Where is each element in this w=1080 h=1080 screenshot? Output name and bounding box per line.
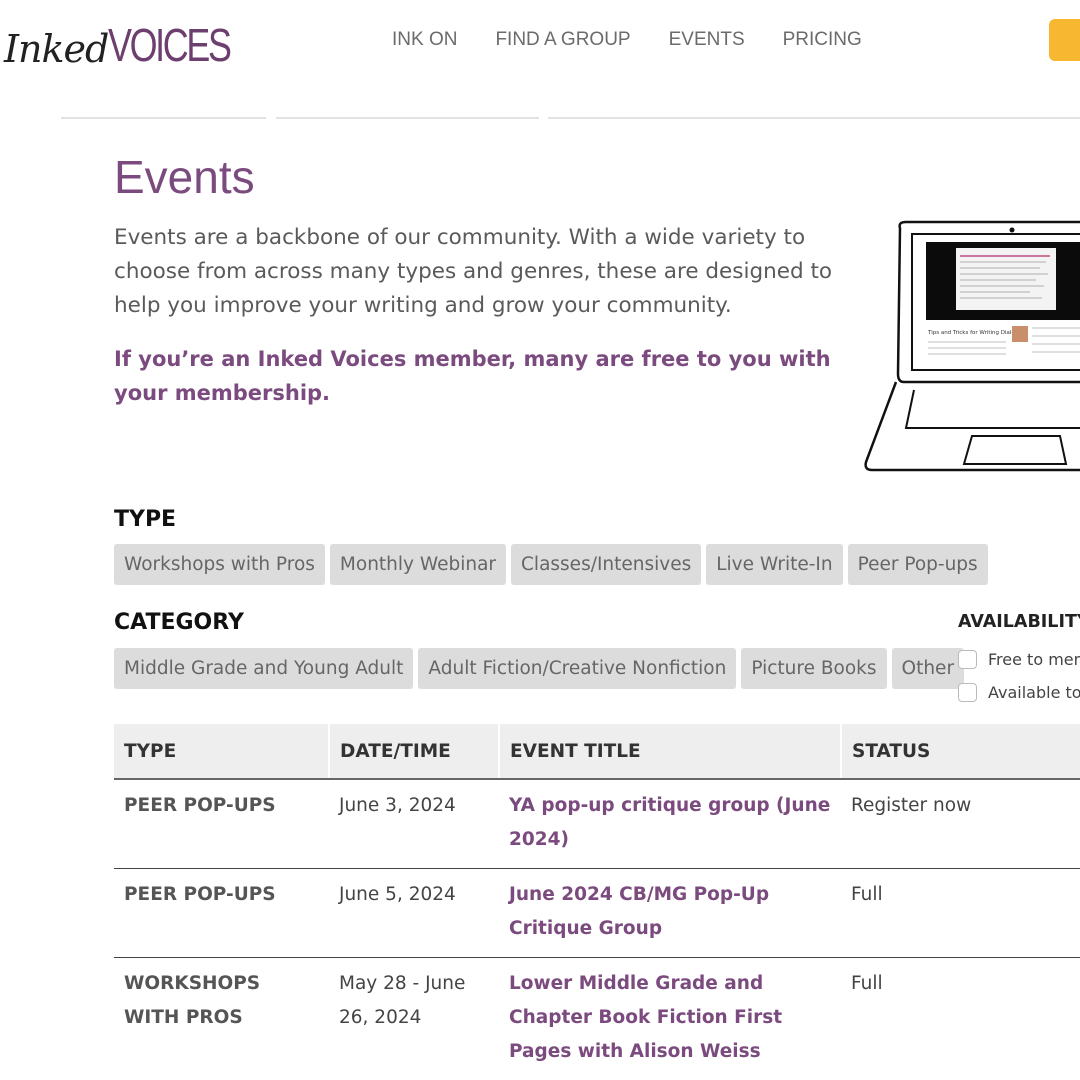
free-label: Free to mem <box>988 650 1080 669</box>
filter-adult-fiction[interactable]: Adult Fiction/Creative Nonfiction <box>418 648 737 689</box>
event-date: May 28 - June 26, 2024 <box>329 957 499 1080</box>
filter-peer-pop-ups[interactable]: Peer Pop-ups <box>847 544 988 585</box>
availability-option-free[interactable]: Free to mem <box>958 643 1080 676</box>
site-header: Inked VOICES INK ON FIND A GROUP EVENTS … <box>0 0 1080 80</box>
header-date-time[interactable]: DATE/TIME <box>329 724 500 780</box>
filter-other[interactable]: Other <box>891 648 965 689</box>
intro-text: Events are a backbone of our community. … <box>114 225 833 318</box>
filter-workshops-with-pros[interactable]: Workshops with Pros <box>114 544 325 585</box>
availability-option-available[interactable]: Available to <box>958 676 1080 709</box>
event-type: PEER POP-UPS <box>114 779 329 869</box>
nav-ink-on[interactable]: INK ON <box>392 29 457 51</box>
logo-inked-text: Inked <box>4 27 109 71</box>
nav-find-a-group[interactable]: FIND A GROUP <box>495 29 630 51</box>
table-row: WORKSHOPS WITH PROS May 28 - June 26, 20… <box>114 957 1080 1080</box>
available-label: Available to <box>988 683 1080 702</box>
cta-button[interactable] <box>1049 19 1080 61</box>
category-filter-row: Middle Grade and Young Adult Adult Ficti… <box>114 648 969 689</box>
event-title-link[interactable]: Lower Middle Grade and Chapter Book Fict… <box>499 957 841 1080</box>
available-checkbox[interactable] <box>958 683 977 702</box>
table-row: PEER POP-UPS June 5, 2024 June 2024 CB/M… <box>114 868 1080 958</box>
member-note: If you’re an Inked Voices member, many a… <box>114 347 831 405</box>
event-status: Register now <box>841 779 1080 869</box>
filter-classes-intensives[interactable]: Classes/Intensives <box>511 544 702 585</box>
availability-heading: AVAILABILITY <box>958 612 1080 632</box>
header-type[interactable]: TYPE <box>114 724 330 780</box>
event-date: June 5, 2024 <box>329 868 499 958</box>
event-type: PEER POP-UPS <box>114 868 329 958</box>
nav-pricing[interactable]: PRICING <box>783 29 862 51</box>
header-divider <box>276 117 539 119</box>
header-divider <box>548 117 1080 119</box>
event-date: June 3, 2024 <box>329 779 499 869</box>
type-filter-row: Workshops with Pros Monthly Webinar Clas… <box>114 544 993 585</box>
camera-icon <box>1009 227 1015 233</box>
filter-picture-books[interactable]: Picture Books <box>741 648 887 689</box>
table-row: PEER POP-UPS June 3, 2024 YA pop-up crit… <box>114 779 1080 869</box>
page-title: Events <box>114 151 255 203</box>
filter-monthly-webinar[interactable]: Monthly Webinar <box>329 544 507 585</box>
logo-voices-text: VOICES <box>108 19 232 71</box>
event-status: Full <box>841 868 1080 958</box>
inked-voices-logo[interactable]: Inked VOICES <box>4 12 264 68</box>
table-header-row: TYPE DATE/TIME EVENT TITLE STATUS <box>114 724 1080 780</box>
filter-middle-grade-ya[interactable]: Middle Grade and Young Adult <box>114 648 414 689</box>
event-status: Full <box>841 957 1080 1080</box>
filter-live-write-in[interactable]: Live Write-In <box>706 544 843 585</box>
type-heading: TYPE <box>114 507 177 532</box>
header-event-title[interactable]: EVENT TITLE <box>499 724 842 780</box>
availability-filter: AVAILABILITY Free to mem Available to <box>958 612 1080 709</box>
event-type: WORKSHOPS WITH PROS <box>114 957 329 1080</box>
laptop-illustration: Tips and Tricks for Writing Dialogue <box>864 220 1080 472</box>
event-title-link[interactable]: June 2024 CB/MG Pop-Up Critique Group <box>499 868 841 958</box>
nav-events[interactable]: EVENTS <box>669 29 745 51</box>
laptop-screen-title: Tips and Tricks for Writing Dialogue <box>927 330 1026 336</box>
free-checkbox[interactable] <box>958 650 977 669</box>
events-table: TYPE DATE/TIME EVENT TITLE STATUS PEER P… <box>114 724 1080 1080</box>
header-status[interactable]: STATUS <box>841 724 1080 780</box>
event-title-link[interactable]: YA pop-up critique group (June 2024) <box>499 779 841 869</box>
main-nav: INK ON FIND A GROUP EVENTS PRICING <box>392 29 900 51</box>
header-divider <box>61 117 266 119</box>
category-heading: CATEGORY <box>114 610 244 635</box>
